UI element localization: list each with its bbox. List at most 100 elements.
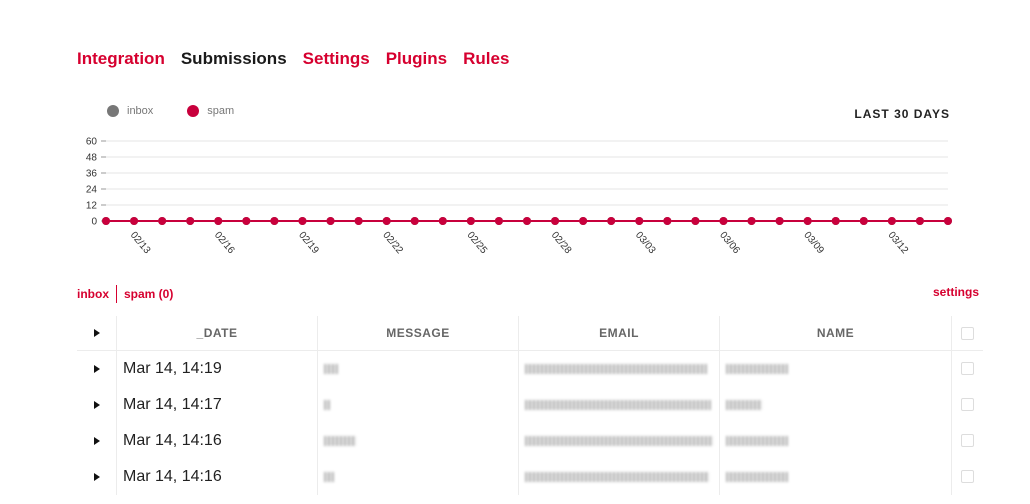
y-tick-label: 36 (86, 169, 98, 180)
legend-label-spam: spam (207, 105, 235, 117)
row-checkbox[interactable] (952, 351, 984, 388)
data-point-spam (831, 217, 840, 225)
data-point-spam (494, 217, 503, 225)
table-row[interactable]: Mar 14, 14:17 (77, 387, 983, 423)
select-all-checkbox[interactable] (951, 316, 983, 351)
folder-tab-spam[interactable]: spam (0) (124, 287, 173, 301)
x-tick-label: 02/16 (212, 230, 237, 257)
data-point-spam (747, 217, 756, 225)
data-point-spam (102, 217, 110, 225)
data-point-spam (466, 217, 475, 225)
col-header-email[interactable]: EMAIL (518, 316, 720, 351)
redacted-blur (324, 363, 338, 374)
x-tick-label: 02/13 (128, 230, 153, 257)
tab-plugins[interactable]: Plugins (386, 49, 447, 69)
row-message-redacted (317, 459, 519, 495)
x-tick-label: 02/22 (380, 230, 405, 257)
row-checkbox[interactable] (952, 423, 984, 459)
data-point-spam (719, 217, 728, 225)
row-expand-toggle[interactable] (77, 459, 117, 495)
redacted-blur (525, 435, 713, 446)
expand-triangle-icon (93, 329, 100, 337)
checkbox-icon (961, 362, 974, 376)
row-email-redacted (518, 423, 720, 459)
redacted-blur (525, 471, 709, 482)
row-message-redacted (317, 350, 519, 387)
data-point-spam (270, 217, 279, 225)
legend-dot-spam (187, 105, 200, 117)
tab-submissions[interactable]: Submissions (181, 49, 287, 69)
row-name-redacted (719, 423, 952, 459)
checkbox-icon (961, 470, 974, 484)
row-checkbox[interactable] (952, 459, 984, 495)
data-point-spam (859, 217, 868, 225)
y-tick-label: 60 (86, 137, 98, 148)
checkbox-icon (961, 434, 974, 448)
data-point-spam (382, 217, 391, 225)
table-row[interactable]: Mar 14, 14:16 (77, 459, 983, 495)
data-point-spam (523, 217, 531, 225)
data-point-spam (887, 217, 896, 225)
tab-integration[interactable]: Integration (77, 49, 165, 69)
row-name-redacted (719, 387, 952, 423)
table-row[interactable]: Mar 14, 14:16 (77, 423, 983, 459)
redacted-blur (726, 399, 762, 410)
chart-legend: inbox spam (107, 105, 234, 117)
nav-tabs: Integration Submissions Settings Plugins… (77, 49, 509, 69)
expand-triangle-icon (93, 365, 100, 373)
redacted-blur (726, 471, 788, 482)
row-date: Mar 14, 14:17 (116, 387, 318, 423)
row-name-redacted (719, 350, 952, 387)
data-point-spam (775, 217, 784, 225)
tab-settings[interactable]: Settings (303, 49, 370, 69)
x-tick-label: 02/25 (465, 230, 490, 257)
data-point-spam (354, 217, 363, 225)
data-point-spam (607, 217, 616, 225)
data-point-spam (438, 217, 447, 225)
col-header-message[interactable]: MESSAGE (317, 316, 519, 351)
legend-dot-inbox (107, 105, 119, 117)
redacted-blur (324, 471, 334, 482)
x-tick-label: 03/09 (801, 230, 826, 257)
legend-item-spam[interactable]: spam (187, 105, 234, 117)
col-header-name[interactable]: NAME (719, 316, 952, 351)
table-row[interactable]: Mar 14, 14:19 (77, 350, 984, 388)
row-expand-toggle[interactable] (77, 387, 117, 423)
redacted-blur (525, 363, 707, 374)
x-tick-label: 02/19 (296, 230, 321, 257)
legend-label-inbox: inbox (127, 105, 154, 117)
y-tick-label: 48 (86, 153, 98, 164)
row-checkbox[interactable] (952, 387, 984, 423)
table-settings-link[interactable]: settings (933, 285, 979, 299)
data-point-spam (326, 217, 335, 225)
data-point-spam (242, 217, 251, 225)
row-message-redacted (317, 387, 519, 423)
col-header-date[interactable]: _DATE (116, 316, 318, 351)
data-point-spam (186, 217, 195, 225)
data-point-spam (635, 217, 644, 225)
folder-tab-inbox[interactable]: inbox (77, 287, 109, 301)
row-email-redacted (518, 387, 720, 423)
date-range-label[interactable]: LAST 30 DAYS (854, 107, 950, 121)
expand-all-toggle[interactable] (77, 316, 117, 351)
tab-rules[interactable]: Rules (463, 49, 509, 69)
y-tick-label: 12 (86, 201, 98, 212)
data-point-spam (158, 217, 167, 225)
row-expand-toggle[interactable] (77, 350, 117, 387)
submissions-chart: 0 12 24 36 48 60 02/13 02/16 02/19 02/22 02/25 02/2… (86, 137, 952, 257)
x-tick-label: 03/03 (633, 230, 658, 257)
y-tick-label: 0 (91, 217, 97, 228)
expand-triangle-icon (93, 401, 100, 409)
legend-item-inbox[interactable]: inbox (107, 105, 153, 117)
row-expand-toggle[interactable] (77, 423, 117, 459)
redacted-blur (324, 435, 356, 446)
submissions-table: _DATE MESSAGE EMAIL NAME Mar 14, 14:19 M… (77, 316, 983, 495)
data-point-spam (551, 217, 560, 225)
row-name-redacted (719, 459, 952, 495)
checkbox-icon (961, 327, 974, 341)
data-point-spam (298, 217, 307, 225)
data-point-spam (663, 217, 672, 225)
folder-tab-divider (116, 285, 117, 303)
data-point-spam (130, 217, 139, 225)
data-point-spam (915, 217, 924, 225)
